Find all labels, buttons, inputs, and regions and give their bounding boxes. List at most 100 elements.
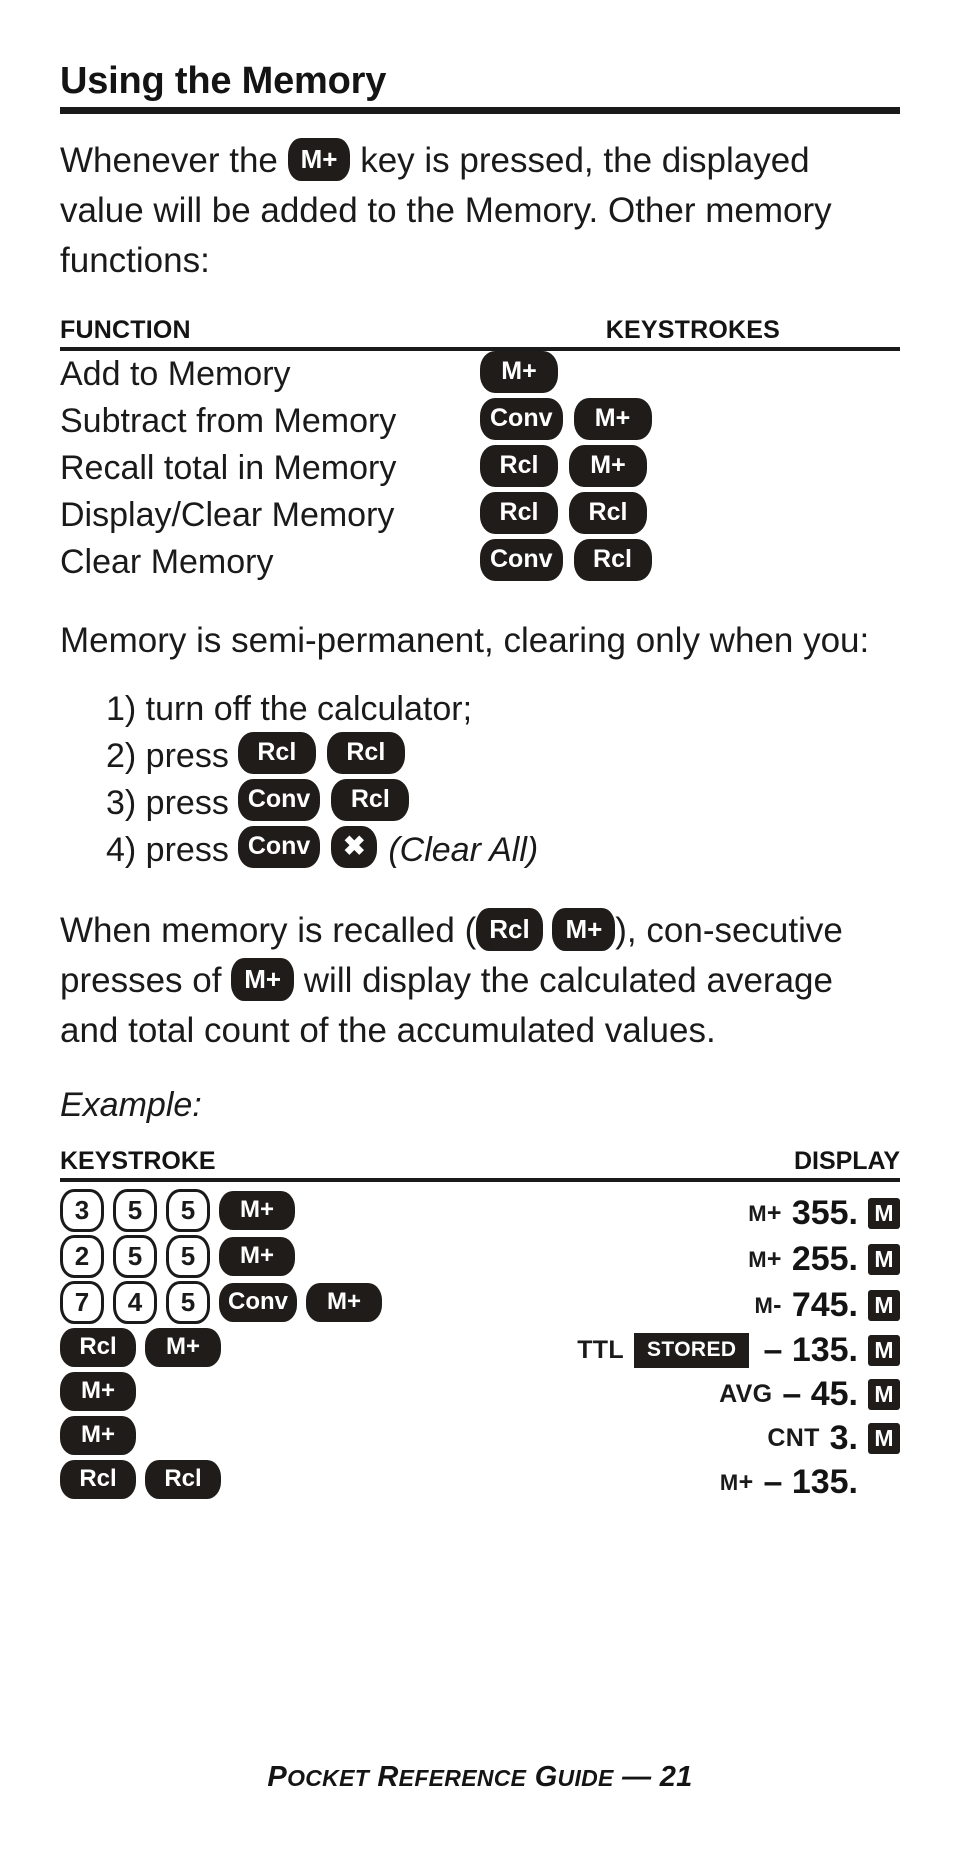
list-item-label: 2) press [106, 737, 229, 775]
header-display: DISPLAY [793, 1147, 900, 1175]
key-rcl-icon: Rcl [237, 731, 316, 774]
title-rule [60, 107, 900, 114]
table-row: Recall total in Memory Rcl M+ [60, 445, 900, 492]
list-item-label: 4) press [106, 831, 229, 869]
display-cell: M+ – 135. [480, 1463, 900, 1502]
display-value: 745. [791, 1286, 858, 1324]
key-digit-5-icon: 5 [113, 1189, 157, 1232]
keystroke-cell: 7 4 5 Conv M+ [60, 1281, 480, 1327]
list-item-label: 1) turn off the calculator; [106, 690, 473, 728]
display-annotation: AVG [719, 1380, 773, 1408]
key-conv-icon: Conv [237, 778, 321, 821]
display-annotation: M+ [719, 1468, 754, 1496]
footer-smallcap: EFERENCE [398, 1765, 527, 1791]
keystroke-cell: Rcl Rcl [480, 492, 900, 539]
key-m-plus-icon: M+ [145, 1328, 221, 1367]
table-row: Rcl Rcl M+ – 135. [60, 1460, 900, 1503]
function-table-header: FUNCTION KEYSTROKES [60, 316, 900, 345]
display-value: 355. [791, 1194, 858, 1232]
display-cell: M+ 255. M [480, 1240, 900, 1279]
key-digit-5-icon: 5 [166, 1235, 210, 1278]
list-item-note: (Clear All) [388, 831, 539, 869]
display-annotation: TTL [577, 1336, 624, 1364]
list-item: 4) press Conv ✖ (Clear All) [106, 825, 900, 874]
table-row: Clear Memory Conv Rcl [60, 539, 900, 586]
footer-text: POCKET REFERENCE GUIDE — 21 [267, 1761, 693, 1793]
key-conv-icon: Conv [237, 825, 321, 868]
display-annotation: M- [754, 1291, 782, 1319]
key-rcl-icon: Rcl [326, 731, 405, 774]
key-clear-all-x-icon: ✖ [331, 825, 378, 868]
memory-indicator-badge: M [868, 1379, 900, 1410]
semi-permanent-paragraph: Memory is semi-permanent, clearing only … [60, 621, 870, 660]
list-item: 2) press Rcl Rcl [106, 731, 900, 780]
display-annotation: CNT [767, 1424, 820, 1452]
display-annotation: M+ [748, 1199, 782, 1227]
display-value: 3. [829, 1419, 858, 1457]
header-function: FUNCTION [60, 316, 191, 344]
key-m-plus-icon: M+ [552, 908, 616, 952]
memory-indicator-badge: M [868, 1198, 900, 1229]
table-row: 3 5 5 M+ M+ 355. M [60, 1189, 900, 1235]
list-item-label: 3) press [106, 784, 229, 822]
display-value: 255. [791, 1240, 858, 1278]
function-table-body: Add to Memory M+ Subtract from Memory Conv M… [60, 351, 900, 586]
keystroke-cell: Conv M+ [480, 398, 900, 445]
key-rcl-icon: Rcl [480, 445, 558, 488]
key-m-plus-icon: M+ [231, 958, 295, 1002]
memory-indicator-badge: M [868, 1335, 900, 1366]
key-rcl-icon: Rcl [145, 1460, 221, 1499]
annotation-smallcap: M [719, 1470, 739, 1495]
key-m-plus-icon: M+ [60, 1372, 136, 1411]
memory-indicator-badge: M [868, 1244, 900, 1275]
key-digit-5-icon: 5 [166, 1281, 210, 1324]
key-rcl-icon: Rcl [60, 1460, 136, 1499]
key-digit-3-icon: 3 [60, 1189, 104, 1232]
key-m-plus-icon: M+ [573, 398, 652, 441]
example-table-header: KEYSTROKE DISPLAY [60, 1147, 900, 1176]
display-cell: CNT 3. M [480, 1419, 900, 1458]
recall-paragraph: When memory is recalled (Rcl M+), con-se… [60, 906, 900, 1056]
example-table-body: 3 5 5 M+ M+ 355. M 2 5 5 M+ M+ 255. M 7 4 5 Conv M+ M- 745. M… [60, 1189, 900, 1503]
display-cell: M+ 355. M [480, 1194, 900, 1233]
display-cell: TTL STORED – 135. M [480, 1331, 900, 1370]
page-title: Using the Memory [60, 60, 387, 102]
recall-text-part1: When memory is recalled ( [60, 911, 477, 950]
function-name: Recall total in Memory [60, 449, 397, 487]
key-m-plus-icon: M+ [287, 138, 351, 182]
table-row: Add to Memory M+ [60, 351, 900, 398]
page-content: Using the Memory Whenever the M+ key is … [60, 0, 900, 1862]
table-row: Rcl M+ TTL STORED – 135. M [60, 1328, 900, 1371]
display-cell: M- 745. M [480, 1286, 900, 1325]
key-rcl-icon: Rcl [476, 908, 543, 952]
intro-text-part1: Whenever the [60, 141, 278, 180]
stored-badge: STORED [633, 1333, 750, 1368]
intro-paragraph: Whenever the M+ key is pressed, the disp… [60, 136, 900, 286]
key-digit-7-icon: 7 [60, 1281, 104, 1324]
key-rcl-icon: Rcl [331, 778, 410, 821]
key-m-plus-icon: M+ [306, 1283, 382, 1322]
key-rcl-icon: Rcl [573, 539, 652, 582]
function-name: Add to Memory [60, 355, 291, 393]
key-digit-5-icon: 5 [166, 1189, 210, 1232]
table-row: 7 4 5 Conv M+ M- 745. M [60, 1281, 900, 1327]
key-m-plus-icon: M+ [60, 1416, 136, 1455]
x-glyph: ✖ [343, 830, 366, 861]
table-row: 2 5 5 M+ M+ 255. M [60, 1235, 900, 1281]
clear-conditions-list: 1) turn off the calculator; 2) press Rcl Rc… [106, 686, 900, 874]
key-digit-4-icon: 4 [113, 1281, 157, 1324]
key-rcl-icon: Rcl [569, 492, 647, 535]
list-item: 3) press Conv Rcl [106, 778, 900, 827]
memory-indicator-badge: M [868, 1423, 900, 1454]
keystroke-cell: Conv Rcl [480, 539, 900, 586]
header-keystrokes: KEYSTROKES [605, 316, 780, 344]
keystroke-cell: 2 5 5 M+ [60, 1235, 480, 1281]
keystroke-cell: Rcl M+ [480, 445, 900, 492]
example-label: Example: [60, 1086, 202, 1124]
keystroke-cell: 3 5 5 M+ [60, 1189, 480, 1235]
key-digit-2-icon: 2 [60, 1235, 104, 1278]
function-name: Clear Memory [60, 543, 274, 581]
keystroke-cell: Rcl M+ [60, 1328, 480, 1370]
keystroke-cell: M+ [480, 351, 900, 398]
key-rcl-icon: Rcl [60, 1328, 136, 1367]
